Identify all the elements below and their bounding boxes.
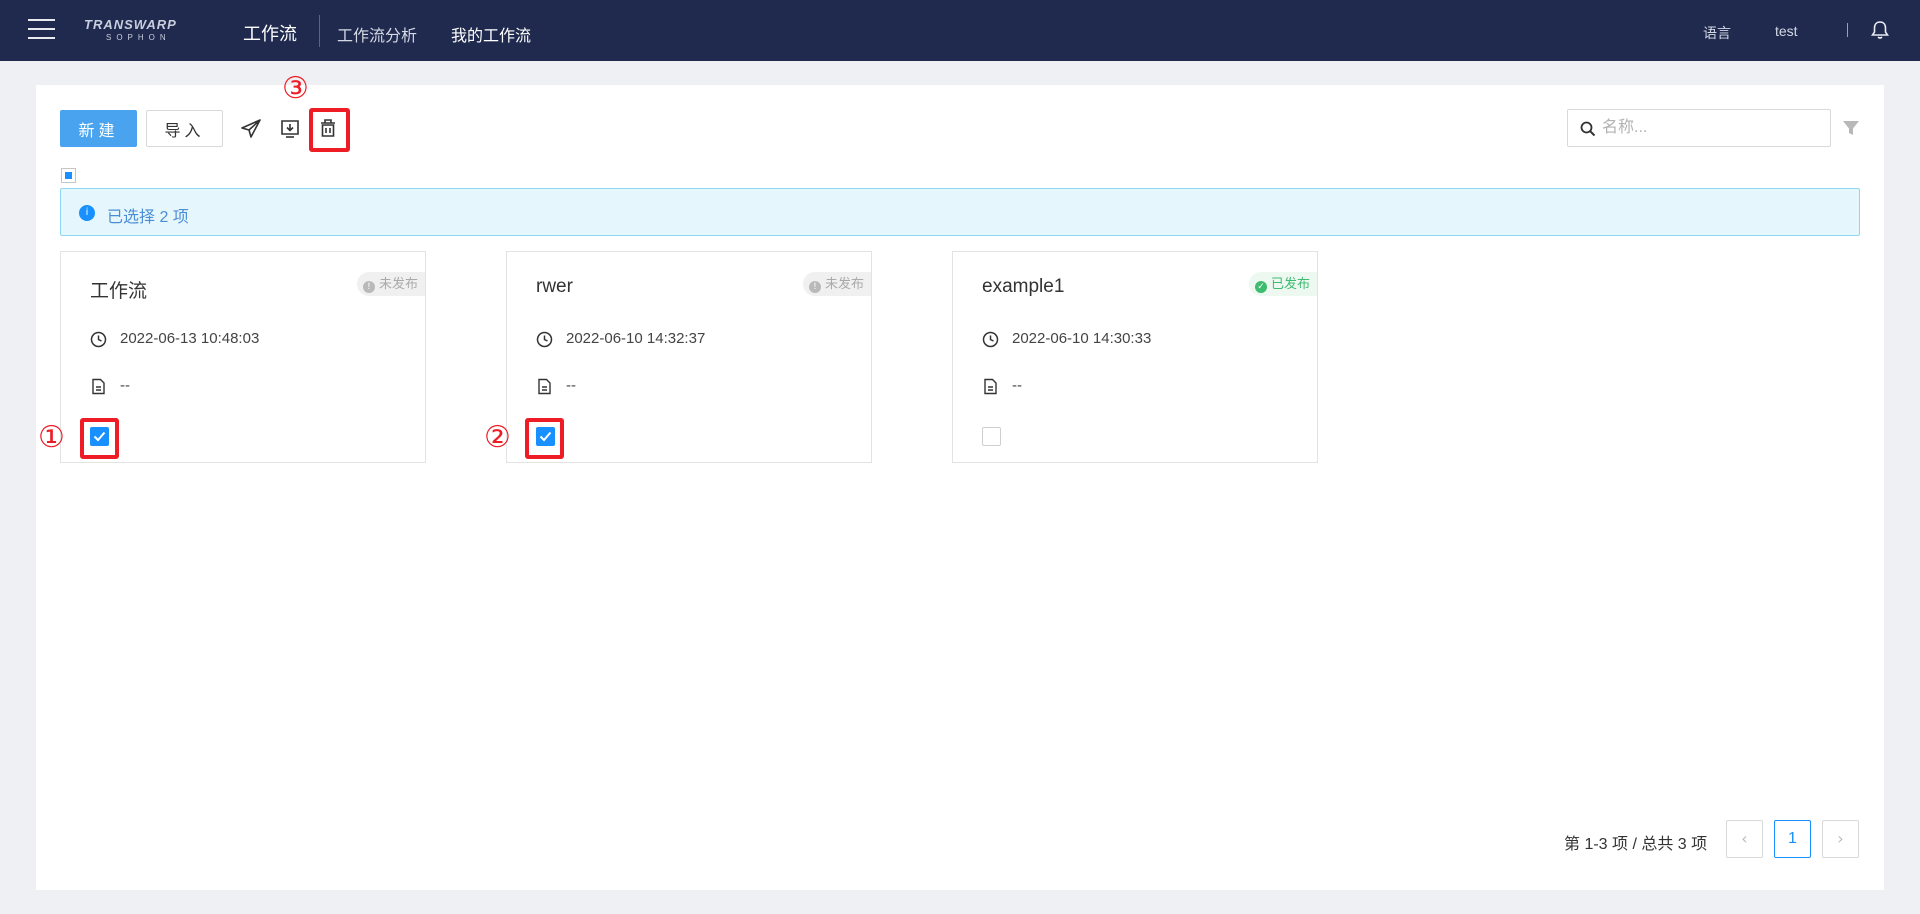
delete-highlight-box bbox=[309, 108, 350, 152]
nav-workflow-analysis[interactable]: 工作流分析 bbox=[337, 22, 417, 46]
document-icon bbox=[92, 378, 105, 395]
nav-divider bbox=[319, 15, 320, 47]
card-description: -- bbox=[1012, 377, 1022, 394]
workflow-card[interactable]: example1 ✓ 已发布 2022-06-10 14:30:33 -- bbox=[952, 251, 1318, 463]
language-switch[interactable]: 语言 bbox=[1703, 23, 1731, 43]
callout-step-2: ② bbox=[484, 420, 511, 455]
search-icon bbox=[1580, 121, 1596, 137]
filter-icon[interactable] bbox=[1842, 119, 1860, 137]
logo-subtext: SOPHON bbox=[106, 33, 171, 42]
status-check-icon: ✓ bbox=[1254, 281, 1267, 293]
user-menu[interactable]: test bbox=[1775, 23, 1798, 39]
search-input[interactable] bbox=[1602, 118, 1822, 138]
status-text: 未发布 bbox=[378, 276, 418, 291]
export-icon[interactable] bbox=[278, 116, 302, 140]
checkbox-highlight-box-1 bbox=[80, 418, 119, 459]
card-time: 2022-06-13 10:48:03 bbox=[120, 330, 260, 347]
publish-icon[interactable] bbox=[239, 116, 263, 140]
import-button[interactable]: 导入 bbox=[146, 110, 223, 147]
prev-page-button[interactable]: ‹ bbox=[1726, 820, 1763, 858]
card-description: -- bbox=[120, 377, 130, 394]
document-icon bbox=[984, 378, 997, 395]
bell-icon[interactable] bbox=[1871, 20, 1889, 40]
menu-icon[interactable] bbox=[28, 19, 55, 41]
search-box[interactable] bbox=[1567, 109, 1831, 147]
logo[interactable]: TRANSWARP SOPHON bbox=[84, 17, 194, 47]
card-time: 2022-06-10 14:30:33 bbox=[1012, 330, 1152, 347]
card-time: 2022-06-10 14:32:37 bbox=[566, 330, 706, 347]
next-page-button[interactable]: › bbox=[1822, 820, 1859, 858]
checkbox-highlight-box-2 bbox=[525, 418, 564, 459]
card-checkbox[interactable] bbox=[982, 427, 1001, 446]
card-title: 工作流 bbox=[90, 281, 148, 302]
clock-icon bbox=[90, 331, 107, 348]
card-title: example1 bbox=[982, 276, 1065, 297]
select-all-checkbox[interactable] bbox=[61, 168, 76, 183]
callout-step-1: ① bbox=[38, 420, 65, 455]
new-workflow-button[interactable]: 新建 bbox=[60, 110, 137, 147]
header-divider bbox=[1847, 23, 1848, 37]
clock-icon bbox=[536, 331, 553, 348]
status-badge: ! 未发布 bbox=[356, 272, 425, 296]
card-title: rwer bbox=[536, 276, 573, 297]
top-navbar: TRANSWARP SOPHON 工作流 工作流分析 我的工作流 语言 test bbox=[0, 0, 1920, 61]
app-title: 工作流 bbox=[243, 24, 297, 44]
page-1-button[interactable]: 1 bbox=[1774, 820, 1811, 858]
nav-my-workflows[interactable]: 我的工作流 bbox=[451, 22, 531, 46]
pagination-info: 第 1-3 项 / 总共 3 项 bbox=[1564, 836, 1708, 853]
status-dot-icon: ! bbox=[362, 281, 375, 293]
status-text: 已发布 bbox=[1270, 276, 1310, 291]
status-badge: ✓ 已发布 bbox=[1248, 272, 1317, 296]
status-dot-icon: ! bbox=[808, 281, 821, 293]
document-icon bbox=[538, 378, 551, 395]
status-badge: ! 未发布 bbox=[802, 272, 871, 296]
callout-step-3: ③ bbox=[282, 71, 309, 106]
selection-alert: i 已选择 2 项 bbox=[60, 188, 1860, 236]
logo-text: TRANSWARP bbox=[84, 17, 177, 32]
card-description: -- bbox=[566, 377, 576, 394]
clock-icon bbox=[982, 331, 999, 348]
status-text: 未发布 bbox=[824, 276, 864, 291]
selection-alert-text: 已选择 2 项 bbox=[107, 209, 189, 226]
info-icon: i bbox=[79, 205, 95, 221]
